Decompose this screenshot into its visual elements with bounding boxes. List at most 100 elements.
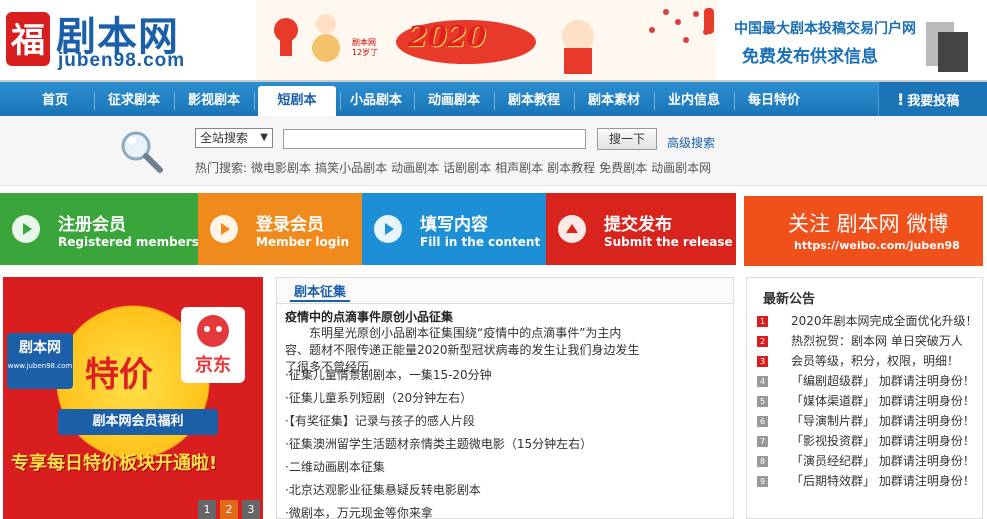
announcements-panel: 最新公告 1 2020年剧本网完成全面优化升级！ 2 热烈祝贺：剧本网 单日突破万人… (746, 277, 983, 519)
nav-divider (174, 92, 175, 110)
list-item[interactable]: ·北京达观影业征集悬疑反转电影剧本 (285, 479, 725, 502)
login-title: 登录会员 (256, 215, 324, 235)
announcement-item[interactable]: 3 会员等级，积分，权限，明细！ (757, 351, 982, 371)
jd-text: 京东 (195, 355, 231, 376)
promo-deal-text: 特价 (85, 355, 153, 395)
festive-decoration-icon (256, 0, 716, 80)
corner-tile-icon (926, 22, 968, 72)
banner-year: 2020 (408, 20, 486, 53)
hot-search-term[interactable]: 话剧剧本 (443, 161, 491, 175)
announcement-text: 「编剧超级群」 加群请注明身份！ (791, 374, 975, 388)
promo-ribbon: 剧本网会员福利 (58, 409, 218, 435)
announcement-item[interactable]: 5 「媒体渠道群」 加群请注明身份！ (757, 391, 982, 411)
slide-page-2[interactable]: 2 (220, 500, 238, 519)
search-scope-value: 全站搜索 (200, 131, 249, 145)
tab-script-collection[interactable]: 剧本征集 (290, 286, 351, 302)
announcement-text: 「影视投资群」 加群请注明身份！ (791, 434, 975, 448)
search-bar: 全站搜索 ▼ 搜一下 高级搜索 热门搜索: 微电影剧本 搞笑小品剧本 动画剧本 话剧剧本… (0, 116, 987, 186)
contribute-button[interactable]: ! 我要投稿 (878, 82, 987, 118)
exclamation-icon: ! (897, 90, 905, 109)
nav-tutorials[interactable]: 剧本教程 (502, 86, 566, 116)
hot-search-term[interactable]: 动画剧本网 (651, 161, 711, 175)
submit-subtitle: Submit the release (604, 235, 733, 249)
arrow-right-icon (210, 215, 238, 243)
featured-title[interactable]: 疫情中的点滴事件原创小品征集 (285, 308, 453, 325)
rank-badge: 9 (757, 476, 768, 487)
search-button[interactable]: 搜一下 (597, 128, 657, 150)
hot-search-term[interactable]: 相声剧本 (495, 161, 543, 175)
nav-short-scripts[interactable]: 短剧本 (258, 86, 336, 118)
announcement-list: 1 2020年剧本网完成全面优化升级！ 2 热烈祝贺：剧本网 单日突破万人 3 会员等… (757, 311, 982, 491)
register-title: 注册会员 (58, 215, 126, 235)
nav-skit-scripts[interactable]: 小品剧本 (344, 86, 408, 116)
hot-search-term[interactable]: 剧本教程 (547, 161, 595, 175)
list-item[interactable]: ·微剧本，万元现金等你来拿 (285, 502, 725, 519)
hot-search-term[interactable]: 免费剧本 (599, 161, 647, 175)
nav-divider (94, 92, 95, 110)
hot-search-term[interactable]: 微电影剧本 (251, 161, 311, 175)
slide-page-1[interactable]: 1 (198, 500, 216, 519)
new-year-banner[interactable]: 剧本网12岁了 2020 (256, 0, 716, 80)
nav-divider (734, 92, 735, 110)
announcement-item[interactable]: 9 「后期特效群」 加群请注明身份！ (757, 471, 982, 491)
slogan-block: 中国最大剧本投稿交易门户网 免费发布供求信息 (716, 0, 916, 80)
announcement-item[interactable]: 4 「编剧超级群」 加群请注明身份！ (757, 371, 982, 391)
slogan-line-2: 免费发布供求信息 (742, 47, 878, 67)
panel-header: 剧本征集 (277, 278, 733, 304)
announcement-text: 热烈祝贺：剧本网 单日突破万人 (791, 334, 963, 348)
announcement-text: 「演员经纪群」 加群请注明身份！ (791, 454, 975, 468)
nav-divider (254, 92, 255, 110)
rank-badge: 3 (757, 356, 768, 367)
slogan-line-1: 中国最大剧本投稿交易门户网 (734, 21, 916, 37)
announcement-text: 「后期特效群」 加群请注明身份！ (791, 474, 975, 488)
arrow-right-icon (374, 215, 402, 243)
rank-badge: 1 (757, 316, 768, 327)
nav-industry-news[interactable]: 业内信息 (662, 86, 726, 116)
list-item[interactable]: ·二维动画剧本征集 (285, 456, 725, 479)
nav-daily-deals[interactable]: 每日特价 (742, 86, 806, 116)
nav-animation-scripts[interactable]: 动画剧本 (422, 86, 486, 116)
weibo-url: https://weibo.com/juben98 (794, 239, 960, 252)
fill-content-subtitle: Fill in the content (420, 235, 541, 249)
hot-search-term[interactable]: 搞笑小品剧本 (315, 161, 387, 175)
submit-banner[interactable]: 提交发布 Submit the release (546, 193, 736, 265)
main-nav: 首页 征求剧本 影视剧本 短剧本 小品剧本 动画剧本 剧本教程 剧本素材 业内信… (0, 80, 987, 118)
slide-page-3[interactable]: 3 (242, 500, 260, 519)
list-item[interactable]: ·征集儿童系列短剧（20分钟左右） (285, 387, 725, 410)
search-scope-select[interactable]: 全站搜索 ▼ (195, 128, 273, 148)
nav-home[interactable]: 首页 (24, 86, 86, 116)
announcement-item[interactable]: 2 热烈祝贺：剧本网 单日突破万人 (757, 331, 982, 351)
juben-badge: 剧本网 www.juben98.com (7, 333, 73, 389)
banner-age-text: 剧本网12岁了 (352, 38, 379, 57)
site-header: 福 剧本网 juben98.com 剧本网12岁了 2020 中国最大剧本投稿交… (0, 0, 987, 80)
nav-divider (654, 92, 655, 110)
announcement-item[interactable]: 1 2020年剧本网完成全面优化升级！ (757, 311, 982, 331)
announcement-text: 会员等级，积分，权限，明细！ (791, 354, 960, 368)
login-banner[interactable]: 登录会员 Member login (198, 193, 362, 265)
announcement-item[interactable]: 6 「导演制片群」 加群请注明身份！ (757, 411, 982, 431)
fill-content-banner[interactable]: 填写内容 Fill in the content (362, 193, 546, 265)
advanced-search-link[interactable]: 高级搜索 (667, 134, 715, 151)
announcement-text: 「导演制片群」 加群请注明身份！ (791, 414, 975, 428)
site-logo[interactable]: 福 剧本网 juben98.com (2, 2, 252, 78)
list-item[interactable]: ·征集儿童情景剧剧本，一集15-20分钟 (285, 364, 725, 387)
script-collection-panel: 剧本征集 疫情中的点滴事件原创小品征集 东明星光原创小品剧本征集围绕“疫情中的点… (276, 277, 734, 519)
promo-slider[interactable]: 剧本网 www.juben98.com 特价 京东 剧本网会员福利 专享每日特价板… (3, 277, 263, 519)
search-input[interactable] (283, 129, 586, 149)
list-item[interactable]: ·征集澳洲留学生活题材亲情类主题微电影（15分钟左右） (285, 433, 725, 456)
nav-materials[interactable]: 剧本素材 (582, 86, 646, 116)
promo-bottom-text: 专享每日特价板块开通啦! (11, 453, 218, 474)
nav-divider (414, 92, 415, 110)
nav-wanted-scripts[interactable]: 征求剧本 (102, 86, 166, 116)
register-banner[interactable]: 注册会员 Registered members (0, 193, 199, 265)
follow-weibo-banner[interactable]: 关注 剧本网 微博 https://weibo.com/juben98 (744, 196, 983, 266)
nav-film-scripts[interactable]: 影视剧本 (182, 86, 246, 116)
juben-badge-domain: www.juben98.com (7, 362, 73, 370)
list-item[interactable]: ·【有奖征集】记录与孩子的感人片段 (285, 410, 725, 433)
hot-search-term[interactable]: 动画剧本 (391, 161, 439, 175)
logo-domain: juben98.com (58, 50, 186, 71)
rank-badge: 2 (757, 336, 768, 347)
announcement-item[interactable]: 7 「影视投资群」 加群请注明身份！ (757, 431, 982, 451)
announcement-item[interactable]: 8 「演员经纪群」 加群请注明身份！ (757, 451, 982, 471)
announcement-text: 「媒体渠道群」 加群请注明身份！ (791, 394, 975, 408)
